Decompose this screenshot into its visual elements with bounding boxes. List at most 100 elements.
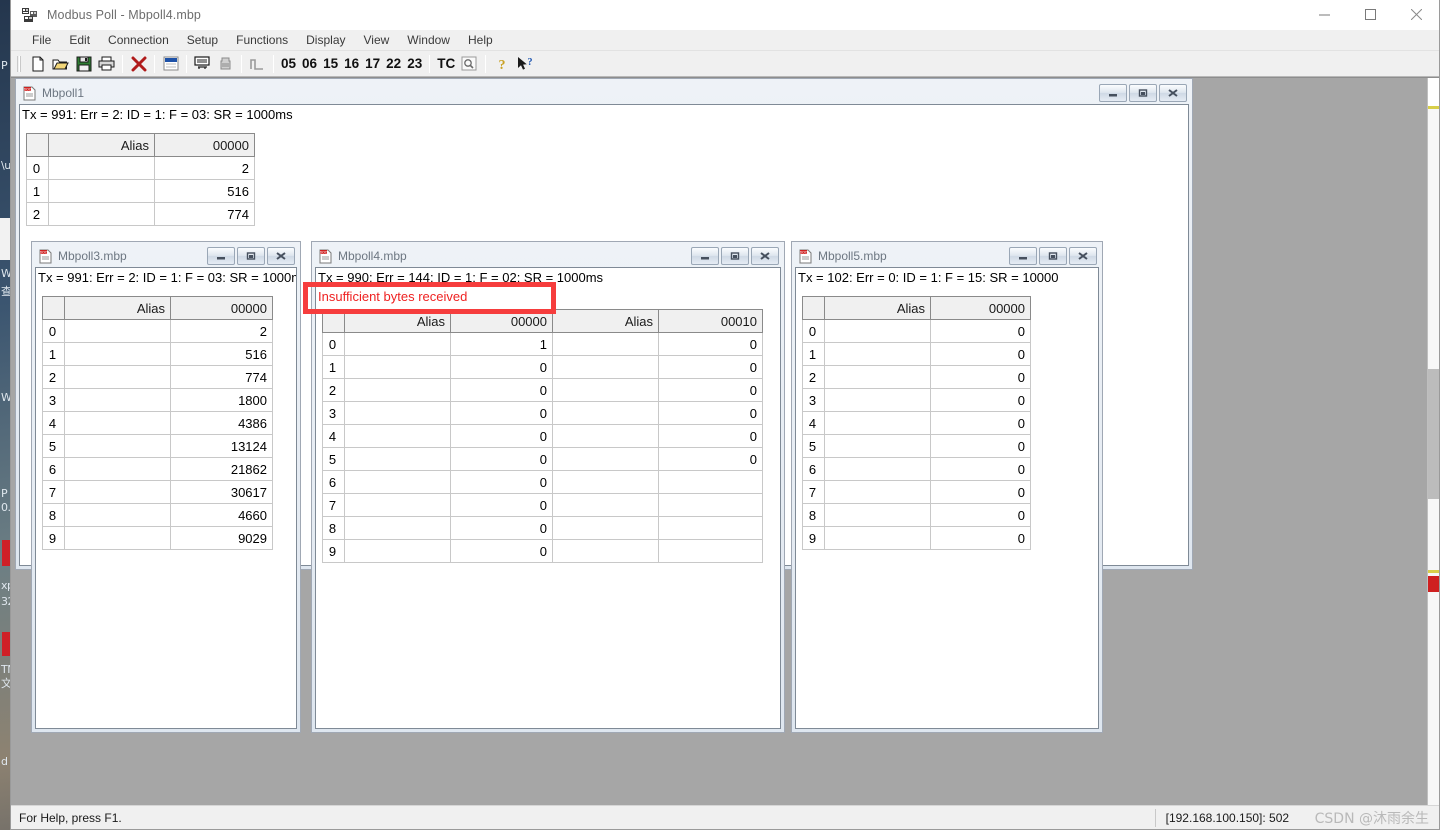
menu-display[interactable]: Display bbox=[297, 31, 354, 49]
row-alias[interactable] bbox=[344, 332, 451, 356]
mdi-close-button[interactable] bbox=[267, 247, 295, 265]
row-alias[interactable] bbox=[64, 457, 171, 481]
row-alias[interactable] bbox=[64, 411, 171, 435]
register-value[interactable]: 1 bbox=[450, 332, 553, 356]
function-code-05[interactable]: 05 bbox=[278, 56, 299, 71]
row-alias[interactable] bbox=[64, 365, 171, 389]
row-alias[interactable] bbox=[64, 388, 171, 412]
magnifier-icon[interactable] bbox=[458, 53, 481, 75]
register-table[interactable]: Alias 00000 0 2 1 516 2 774 bbox=[26, 133, 255, 226]
mdi-restore-button[interactable] bbox=[721, 247, 749, 265]
menu-setup[interactable]: Setup bbox=[178, 31, 227, 49]
column-header-address[interactable]: 00000 bbox=[930, 296, 1031, 320]
column-header-address[interactable]: 00000 bbox=[170, 296, 273, 320]
register-value[interactable]: 0 bbox=[450, 401, 553, 425]
register-value[interactable]: 516 bbox=[170, 342, 273, 366]
row-alias-2[interactable] bbox=[552, 424, 659, 448]
mdi-close-button[interactable] bbox=[751, 247, 779, 265]
mdi-restore-button[interactable] bbox=[1129, 84, 1157, 102]
register-value[interactable]: 0 bbox=[930, 503, 1031, 527]
register-value-2[interactable]: 0 bbox=[658, 332, 763, 356]
row-alias-2[interactable] bbox=[552, 447, 659, 471]
mdi-title-bar[interactable]: DOC Mbpoll3.mbp bbox=[35, 245, 297, 267]
row-alias[interactable] bbox=[824, 342, 931, 366]
menu-help[interactable]: Help bbox=[459, 31, 502, 49]
row-alias[interactable] bbox=[344, 447, 451, 471]
register-value-2[interactable]: 0 bbox=[658, 447, 763, 471]
register-value[interactable]: 0 bbox=[450, 539, 553, 563]
read-coil-icon[interactable] bbox=[214, 53, 237, 75]
register-value[interactable]: 0 bbox=[930, 480, 1031, 504]
register-value-2[interactable]: 0 bbox=[658, 355, 763, 379]
column-header-alias[interactable]: Alias bbox=[48, 133, 155, 157]
register-value[interactable]: 0 bbox=[930, 319, 1031, 343]
register-value[interactable]: 4386 bbox=[170, 411, 273, 435]
register-value[interactable]: 0 bbox=[450, 378, 553, 402]
print-icon[interactable] bbox=[95, 53, 118, 75]
mdi-close-button[interactable] bbox=[1159, 84, 1187, 102]
register-value-2[interactable]: 0 bbox=[658, 401, 763, 425]
menu-functions[interactable]: Functions bbox=[227, 31, 297, 49]
register-value[interactable]: 0 bbox=[450, 470, 553, 494]
register-value[interactable]: 0 bbox=[930, 434, 1031, 458]
register-table[interactable]: Alias 00000 00 10 20 30 40 50 60 70 80 9… bbox=[802, 296, 1031, 550]
register-value[interactable]: 2 bbox=[170, 319, 273, 343]
menu-connection[interactable]: Connection bbox=[99, 31, 178, 49]
register-value[interactable]: 0 bbox=[930, 365, 1031, 389]
register-value[interactable]: 0 bbox=[930, 342, 1031, 366]
mdi-window-mbpoll4[interactable]: DOC Mbpoll4.mbp Tx = 990: Err = 144: ID … bbox=[311, 241, 785, 733]
about-help-icon[interactable]: ? bbox=[490, 53, 513, 75]
function-code-06[interactable]: 06 bbox=[299, 56, 320, 71]
function-code-15[interactable]: 15 bbox=[320, 56, 341, 71]
mdi-restore-button[interactable] bbox=[1039, 247, 1067, 265]
close-button[interactable] bbox=[1393, 0, 1439, 30]
column-header-alias[interactable]: Alias bbox=[824, 296, 931, 320]
row-alias[interactable] bbox=[64, 480, 171, 504]
register-value[interactable]: 0 bbox=[450, 447, 553, 471]
row-alias[interactable] bbox=[48, 202, 155, 226]
register-value[interactable]: 0 bbox=[930, 457, 1031, 481]
menu-window[interactable]: Window bbox=[398, 31, 459, 49]
register-value[interactable]: 516 bbox=[154, 179, 255, 203]
register-value[interactable]: 1800 bbox=[170, 388, 273, 412]
register-value[interactable]: 0 bbox=[930, 411, 1031, 435]
mdi-title-bar[interactable]: DOC Mbpoll1 bbox=[19, 82, 1189, 104]
row-alias[interactable] bbox=[344, 539, 451, 563]
read-write-definition-icon[interactable] bbox=[159, 53, 182, 75]
row-alias[interactable] bbox=[64, 503, 171, 527]
row-alias[interactable] bbox=[824, 480, 931, 504]
menu-file[interactable]: File bbox=[23, 31, 60, 49]
row-alias-2[interactable] bbox=[552, 401, 659, 425]
disconnect-icon[interactable] bbox=[127, 53, 150, 75]
row-alias[interactable] bbox=[824, 319, 931, 343]
row-alias[interactable] bbox=[824, 434, 931, 458]
row-alias[interactable] bbox=[64, 342, 171, 366]
register-value[interactable]: 9029 bbox=[170, 526, 273, 550]
register-value-2[interactable]: 0 bbox=[658, 424, 763, 448]
row-alias[interactable] bbox=[824, 503, 931, 527]
register-table[interactable]: Alias 00000 02 1 516 2 774 3 1800 4 4386 5 13… bbox=[42, 296, 273, 550]
column-header-alias[interactable]: Alias bbox=[344, 309, 451, 333]
toolbar-grip[interactable] bbox=[16, 54, 22, 74]
row-alias-2[interactable] bbox=[552, 355, 659, 379]
mdi-minimize-button[interactable] bbox=[691, 247, 719, 265]
test-center-label[interactable]: TC bbox=[434, 56, 458, 71]
register-value[interactable]: 2 bbox=[154, 156, 255, 180]
function-code-16[interactable]: 16 bbox=[341, 56, 362, 71]
function-code-17[interactable]: 17 bbox=[362, 56, 383, 71]
menu-edit[interactable]: Edit bbox=[60, 31, 99, 49]
open-file-icon[interactable] bbox=[49, 53, 72, 75]
minimize-button[interactable] bbox=[1301, 0, 1347, 30]
column-header-address[interactable]: 00000 bbox=[450, 309, 553, 333]
register-value[interactable]: 0 bbox=[930, 388, 1031, 412]
register-value[interactable]: 0 bbox=[450, 516, 553, 540]
register-table[interactable]: Alias 00000 Alias 00010 010 100 200 300 … bbox=[322, 309, 763, 563]
register-value[interactable]: 4660 bbox=[170, 503, 273, 527]
row-alias[interactable] bbox=[344, 493, 451, 517]
mdi-window-mbpoll5[interactable]: DOC Mbpoll5.mbp Tx = 102: Err = 0: ID = … bbox=[791, 241, 1103, 733]
row-alias[interactable] bbox=[824, 457, 931, 481]
mdi-minimize-button[interactable] bbox=[1099, 84, 1127, 102]
row-alias[interactable] bbox=[344, 378, 451, 402]
menu-view[interactable]: View bbox=[355, 31, 399, 49]
new-file-icon[interactable] bbox=[26, 53, 49, 75]
